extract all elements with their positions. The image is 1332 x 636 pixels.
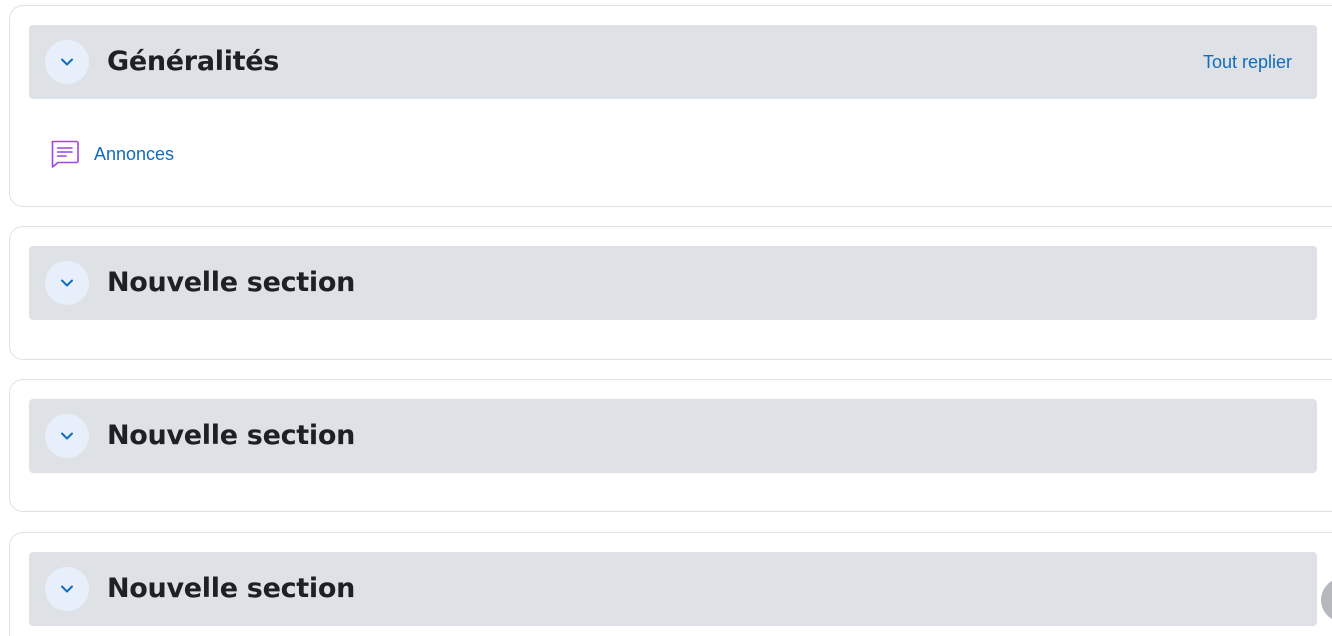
section-collapse-toggle[interactable] <box>45 40 89 84</box>
course-section: Nouvelle section <box>9 379 1332 512</box>
section-header: Nouvelle section <box>29 552 1317 626</box>
activity-item-announcements: Annonces <box>48 136 174 172</box>
chevron-down-icon <box>61 279 73 287</box>
activity-link[interactable]: Annonces <box>94 144 174 165</box>
chevron-down-icon <box>61 58 73 66</box>
section-header: Nouvelle section <box>29 399 1317 473</box>
section-title[interactable]: Nouvelle section <box>107 552 355 626</box>
section-collapse-toggle[interactable] <box>45 261 89 305</box>
section-header: Généralités Tout replier <box>29 25 1317 99</box>
course-section-general: Généralités Tout replier Annonces <box>9 5 1332 207</box>
collapse-all-link[interactable]: Tout replier <box>1203 25 1292 99</box>
course-section: Nouvelle section <box>9 226 1332 360</box>
section-title[interactable]: Nouvelle section <box>107 399 355 473</box>
section-header: Nouvelle section <box>29 246 1317 320</box>
section-title[interactable]: Généralités <box>107 25 279 99</box>
section-collapse-toggle[interactable] <box>45 567 89 611</box>
chevron-down-icon <box>61 432 73 440</box>
section-collapse-toggle[interactable] <box>45 414 89 458</box>
forum-icon <box>48 138 80 170</box>
section-title[interactable]: Nouvelle section <box>107 246 355 320</box>
chevron-down-icon <box>61 585 73 593</box>
course-section: Nouvelle section <box>9 532 1332 636</box>
course-content: Généralités Tout replier Annonces Nouvel… <box>0 0 1332 636</box>
